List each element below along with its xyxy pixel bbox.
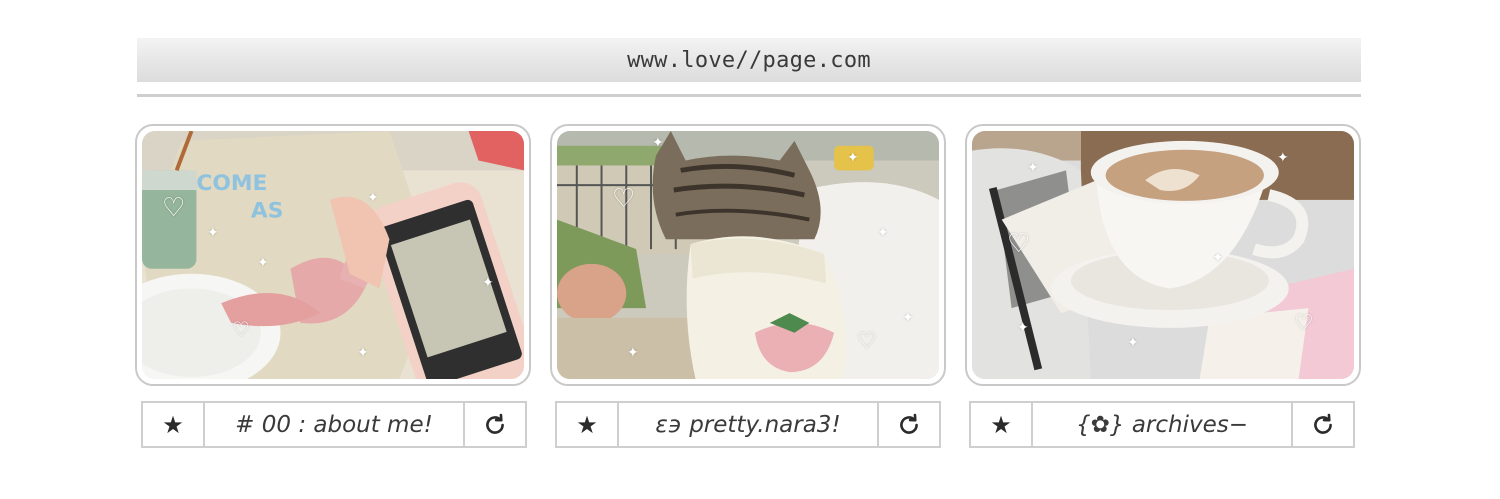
sparkle-icon: ✦ xyxy=(207,225,219,241)
divider xyxy=(137,94,1361,97)
sparkle-icon: ✦ xyxy=(482,275,494,291)
photo-card-about-me[interactable]: COME AS ♡ ♡ ✦ ✦ ✦ ✦ ✦ xyxy=(135,124,531,386)
svg-text:COME: COME xyxy=(196,171,267,196)
sparkle-icon: ✦ xyxy=(1212,250,1224,266)
label-button-pretty-nara[interactable]: ε϶ pretty.nara3! xyxy=(617,401,879,448)
sparkle-icon: ✦ xyxy=(1017,320,1029,336)
card-controls-about-me: ★ # 00 : about me! xyxy=(141,401,527,448)
sparkle-icon: ✦ xyxy=(652,135,664,151)
star-icon: ★ xyxy=(162,410,184,439)
refresh-button[interactable] xyxy=(1291,401,1355,448)
sparkle-icon: ✦ xyxy=(357,345,369,361)
star-button[interactable]: ★ xyxy=(969,401,1033,448)
embroidery-photo: COME AS ♡ ♡ ✦ ✦ ✦ ✦ ✦ xyxy=(142,131,524,379)
heart-icon: ♡ xyxy=(232,317,250,341)
address-url: www.love//page.com xyxy=(627,47,871,73)
card-label: {✿} archives− xyxy=(1075,411,1249,438)
address-bar[interactable]: www.love//page.com xyxy=(137,38,1361,82)
sparkle-icon: ✦ xyxy=(1277,150,1289,166)
heart-icon: ♡ xyxy=(857,329,877,354)
star-button[interactable]: ★ xyxy=(555,401,619,448)
sparkle-icon: ✦ xyxy=(367,190,379,206)
card-label: ε϶ pretty.nara3! xyxy=(655,411,841,438)
star-icon: ★ xyxy=(576,410,598,439)
heart-icon: ♡ xyxy=(1294,311,1314,336)
refresh-button[interactable] xyxy=(877,401,941,448)
svg-text:AS: AS xyxy=(251,199,284,224)
sparkle-icon: ✦ xyxy=(902,310,914,326)
refresh-button[interactable] xyxy=(463,401,527,448)
sparkle-icon: ✦ xyxy=(627,345,639,361)
sparkle-icon: ✦ xyxy=(1027,160,1039,176)
heart-icon: ♡ xyxy=(162,193,186,223)
star-button[interactable]: ★ xyxy=(141,401,205,448)
label-button-archives[interactable]: {✿} archives− xyxy=(1031,401,1293,448)
star-icon: ★ xyxy=(990,410,1012,439)
card-controls-archives: ★ {✿} archives− xyxy=(969,401,1355,448)
refresh-icon xyxy=(482,412,508,438)
label-button-about-me[interactable]: # 00 : about me! xyxy=(203,401,465,448)
sparkle-icon: ✦ xyxy=(877,225,889,241)
heart-icon: ♡ xyxy=(612,184,636,214)
sparkle-icon: ✦ xyxy=(1127,335,1139,351)
sparkle-icon: ✦ xyxy=(847,150,859,166)
cat-in-sweater-photo: ♡ ♡ ✦ ✦ ✦ ✦ ✦ xyxy=(557,131,939,379)
heart-icon: ♡ xyxy=(1007,229,1031,259)
photo-card-archives[interactable]: ♡ ♡ ✦ ✦ ✦ ✦ ✦ xyxy=(965,124,1361,386)
refresh-icon xyxy=(896,412,922,438)
card-label: # 00 : about me! xyxy=(235,411,433,438)
photo-card-pretty-nara[interactable]: ♡ ♡ ✦ ✦ ✦ ✦ ✦ xyxy=(550,124,946,386)
sparkle-icon: ✦ xyxy=(257,255,269,271)
coffee-cup-photo: ♡ ♡ ✦ ✦ ✦ ✦ ✦ xyxy=(972,131,1354,379)
refresh-icon xyxy=(1310,412,1336,438)
card-controls-pretty-nara: ★ ε϶ pretty.nara3! xyxy=(555,401,941,448)
